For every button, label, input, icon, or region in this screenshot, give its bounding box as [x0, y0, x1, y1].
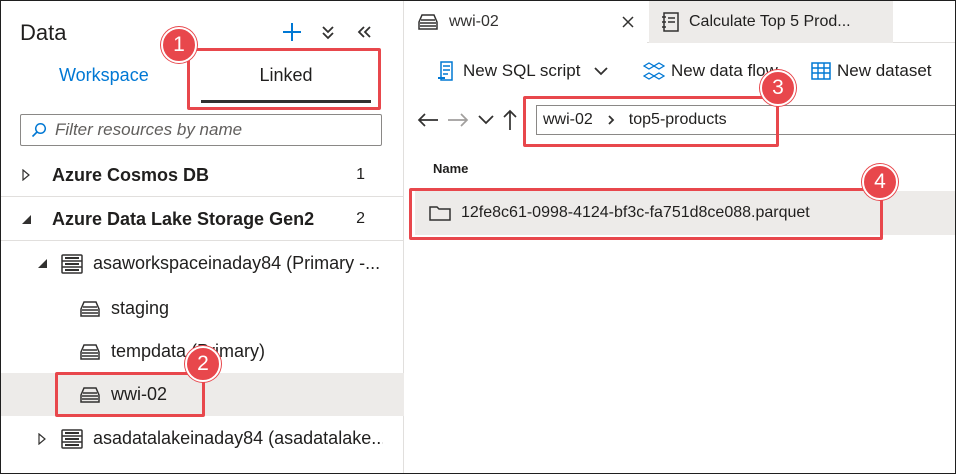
callout-badge-3: 3: [760, 70, 796, 106]
container-icon: [79, 343, 101, 361]
storage-account-icon: [61, 428, 83, 449]
chevron-right-icon[interactable]: [21, 169, 35, 181]
column-header-name[interactable]: Name: [433, 161, 468, 176]
filter-input[interactable]: [55, 120, 375, 140]
tree-item-storage-account-secondary[interactable]: asadatalakeinaday84 (asadatalake...: [1, 417, 404, 460]
tree-item-cosmos-db[interactable]: Azure Cosmos DB 1: [1, 154, 404, 197]
chevron-right-icon: [607, 114, 615, 126]
search-icon: [31, 122, 47, 138]
tab-workspace[interactable]: Workspace: [59, 65, 149, 101]
up-arrow-icon[interactable]: [503, 109, 529, 131]
panel-actions: [281, 19, 375, 45]
doc-tab-wwi-02[interactable]: wwi-02: [405, 1, 647, 43]
tree-item-label: Azure Cosmos DB: [52, 164, 210, 185]
double-chevron-down-icon[interactable]: [317, 19, 339, 45]
new-data-flow-button[interactable]: New data flow: [643, 61, 778, 81]
panel-title: Data: [20, 20, 67, 45]
new-sql-script-button[interactable]: New SQL script: [437, 61, 609, 81]
document-tabbar: wwi-02 Calculate Top 5 Prod...: [405, 1, 955, 43]
back-arrow-icon[interactable]: [417, 112, 443, 128]
dataset-table-icon: [811, 62, 831, 80]
folder-icon: [429, 204, 451, 222]
breadcrumb-item-top5-products[interactable]: top5-products: [629, 111, 727, 129]
callout-badge-2: 2: [185, 346, 221, 382]
forward-arrow-icon[interactable]: [447, 112, 473, 128]
storage-account-icon: [61, 253, 83, 274]
tree-item-storage-account-primary[interactable]: asaworkspaceinaday84 (Primary -...: [1, 242, 404, 285]
doc-tab-label: Calculate Top 5 Prod...: [689, 13, 851, 30]
tree-item-label: asadatalakeinaday84 (asadatalake...: [93, 428, 383, 448]
toolbar-label: New SQL script: [463, 61, 581, 80]
callout-badge-4: 4: [862, 164, 898, 200]
callout-badge-1: 1: [161, 27, 197, 63]
container-icon: [79, 300, 101, 318]
editor-panel: wwi-02 Calculate Top 5 Prod... New SQL s…: [405, 1, 955, 473]
item-count: 1: [356, 166, 365, 183]
breadcrumb: wwi-02 top5-products: [536, 105, 955, 135]
container-icon: [79, 386, 101, 404]
tree-item-label: wwi-02: [111, 384, 168, 404]
plus-icon[interactable]: [281, 19, 303, 45]
chevron-expanded-icon[interactable]: [21, 214, 35, 225]
tree-item-label: staging: [111, 298, 170, 318]
data-hub-panel: Data Workspace Linked Filter resources b…: [1, 1, 404, 473]
chevron-right-icon[interactable]: [37, 432, 51, 445]
recent-dropdown-icon[interactable]: [477, 114, 503, 126]
new-dataset-button[interactable]: New dataset: [811, 61, 932, 81]
double-chevron-left-icon[interactable]: [353, 19, 375, 45]
notebook-icon: [661, 12, 679, 32]
tree-item-label: asaworkspaceinaday84 (Primary -...: [93, 253, 381, 273]
filter-box: [20, 114, 382, 146]
navigation-bar: wwi-02 top5-products: [405, 99, 955, 141]
hub-tabs: Workspace Linked: [1, 55, 404, 103]
tab-linked[interactable]: Linked: [201, 65, 371, 103]
close-icon[interactable]: [621, 15, 635, 29]
data-flow-icon: [643, 61, 665, 81]
app-frame: Data Workspace Linked Filter resources b…: [0, 0, 956, 474]
chevron-down-icon[interactable]: [594, 66, 609, 76]
sql-script-icon: [437, 61, 457, 81]
tree-item-label: Azure Data Lake Storage Gen2: [52, 208, 315, 229]
item-count: 2: [356, 210, 365, 227]
toolbar-label: New dataset: [837, 61, 932, 80]
tab-linked-label: Linked: [259, 65, 313, 85]
doc-tab-label: wwi-02: [449, 13, 499, 30]
doc-tab-notebook[interactable]: Calculate Top 5 Prod...: [649, 1, 893, 43]
toolbar: New SQL script New data flow New dataset: [405, 49, 955, 93]
file-name: 12fe8c61-0998-4124-bf3c-fa751d8ce088.par…: [461, 204, 810, 221]
chevron-expanded-icon[interactable]: [37, 258, 51, 269]
tree-item-container-staging[interactable]: staging: [1, 287, 404, 330]
breadcrumb-item-wwi-02[interactable]: wwi-02: [543, 111, 593, 129]
container-icon: [417, 13, 439, 31]
tree-item-adls-gen2[interactable]: Azure Data Lake Storage Gen2 2: [1, 198, 404, 241]
tab-active-indicator: [201, 100, 371, 103]
